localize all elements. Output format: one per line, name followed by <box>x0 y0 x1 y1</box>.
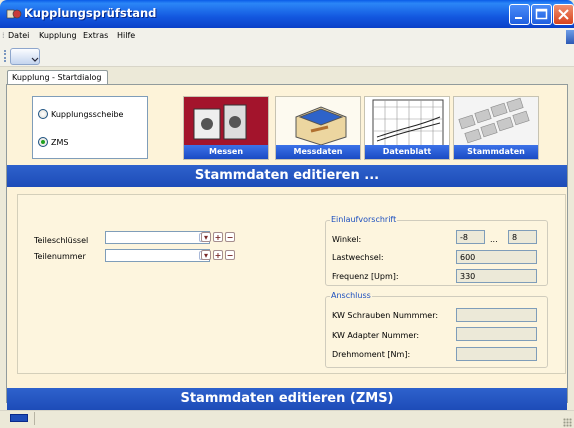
measuring-device-icon <box>184 97 268 147</box>
keyboard-icon <box>454 97 538 147</box>
mode-header: Stammdaten editieren (ZMS) <box>7 388 567 410</box>
kw-schrauben-field[interactable] <box>456 308 537 322</box>
status-icon <box>10 414 28 422</box>
drehmoment-label: Drehmoment [Nm]: <box>332 350 411 359</box>
einlauf-title: Einlaufvorschrift <box>330 215 398 224</box>
close-icon <box>558 9 569 20</box>
window-title: Kupplungsprüfstand <box>24 6 157 20</box>
toolbar <box>0 46 574 67</box>
status-separator <box>34 412 35 425</box>
anschluss-title: Anschluss <box>330 291 372 300</box>
teilenummer-dropdown-button[interactable]: ▾ <box>201 250 211 260</box>
section-header: Stammdaten editieren ... <box>7 165 567 187</box>
toolbar-dropdown-button[interactable] <box>10 48 40 65</box>
close-button[interactable] <box>553 4 574 25</box>
kw-schrauben-label: KW Schrauben Nummmer: <box>332 311 439 320</box>
winkel-to-field[interactable]: 8 <box>508 230 537 244</box>
chevron-down-icon <box>31 57 39 62</box>
teileschluessel-remove-button[interactable]: − <box>225 232 235 242</box>
lastwechsel-label: Lastwechsel: <box>332 253 384 262</box>
teileschluessel-combo[interactable]: ▾ <box>105 231 210 244</box>
datasheet-chart-icon <box>365 97 449 147</box>
teileschluessel-dropdown-button[interactable]: ▾ <box>201 232 211 242</box>
status-bar <box>0 410 574 428</box>
app-icon <box>6 9 22 19</box>
teileschluessel-label: Teileschlüssel <box>34 236 89 245</box>
teilenummer-combo[interactable]: ▾ <box>105 249 210 262</box>
messdaten-button[interactable]: Messdaten <box>275 96 361 160</box>
kw-adapter-label: KW Adapter Nummer: <box>332 331 420 340</box>
minimize-button[interactable] <box>509 4 530 25</box>
toolbar-overflow-button[interactable] <box>566 30 574 44</box>
winkel-from-field[interactable]: -8 <box>456 230 485 244</box>
datenblatt-button[interactable]: Datenblatt <box>364 96 450 160</box>
winkel-range-separator: ... <box>490 235 498 244</box>
radio-kupplungsscheibe[interactable] <box>38 109 48 119</box>
menu-kupplung[interactable]: Kupplung <box>39 31 77 40</box>
form-panel: Teileschlüssel ▾ ▾ + − Teilenummer ▾ ▾ +… <box>17 194 566 374</box>
teilenummer-add-button[interactable]: + <box>213 250 223 260</box>
stammdaten-label: Stammdaten <box>454 145 538 159</box>
lastwechsel-field[interactable]: 600 <box>456 250 537 264</box>
toolbar-grip[interactable] <box>4 50 7 62</box>
einlauf-group: Einlaufvorschrift Winkel: -8 ... 8 Lastw… <box>325 215 548 286</box>
radio-zms[interactable] <box>38 137 48 147</box>
anschluss-group: Anschluss KW Schrauben Nummmer: KW Adapt… <box>325 291 548 368</box>
menu-bar: ⁞ Datei Kupplung Extras Hilfe <box>0 28 574 46</box>
datenblatt-label: Datenblatt <box>365 145 449 159</box>
resize-grip[interactable] <box>563 418 572 427</box>
radio-label-kupplungsscheibe[interactable]: Kupplungsscheibe <box>51 110 123 119</box>
winkel-label: Winkel: <box>332 235 362 244</box>
menu-extras[interactable]: Extras <box>83 31 108 40</box>
messen-label: Messen <box>184 145 268 159</box>
radio-selected-dot <box>41 140 45 144</box>
kw-adapter-field[interactable] <box>456 327 537 341</box>
radio-label-zms[interactable]: ZMS <box>51 138 68 147</box>
tab-startdialog[interactable]: Kupplung - Startdialog <box>7 70 108 85</box>
frequenz-field[interactable]: 330 <box>456 269 537 283</box>
menu-hilfe[interactable]: Hilfe <box>117 31 135 40</box>
teileschluessel-add-button[interactable]: + <box>213 232 223 242</box>
stammdaten-button[interactable]: Stammdaten <box>453 96 539 160</box>
messdaten-label: Messdaten <box>276 145 360 159</box>
minimize-icon <box>515 17 522 19</box>
mode-radio-group: Kupplungsscheibe ZMS <box>32 96 148 159</box>
drehmoment-field[interactable] <box>456 347 537 361</box>
menu-datei[interactable]: Datei <box>8 31 29 40</box>
frequenz-label: Frequenz [Upm]: <box>332 272 399 281</box>
maximize-icon <box>535 8 548 20</box>
data-box-icon <box>276 97 360 147</box>
menu-grip: ⁞ <box>2 31 5 40</box>
maximize-button[interactable] <box>531 4 552 25</box>
teilenummer-remove-button[interactable]: − <box>225 250 235 260</box>
teilenummer-label: Teilenummer <box>34 252 86 261</box>
messen-button[interactable]: Messen <box>183 96 269 160</box>
